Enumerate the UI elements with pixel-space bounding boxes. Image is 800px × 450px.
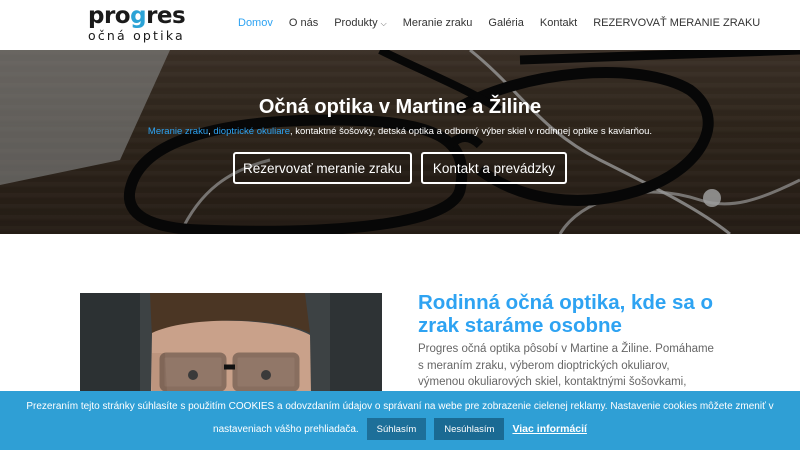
nav-item-galeria[interactable]: Galéria (488, 17, 523, 29)
cookie-text: Prezeraním tejto stránky súhlasíte s pou… (26, 401, 774, 412)
hero-overlay (0, 50, 800, 234)
nav-item-rezervovat[interactable]: REZERVOVAŤ MERANIE ZRAKU (593, 17, 760, 29)
cookie-text-line2: nastaveniach vášho prehliadača. (213, 423, 359, 435)
nav-item-produkty[interactable]: Produkty ⌵ (334, 17, 387, 29)
chevron-down-icon: ⌵ (380, 19, 387, 28)
cookie-decline-button[interactable]: Nesúhlasím (434, 418, 505, 440)
logo-tagline: očná optika (88, 28, 185, 43)
logo-wordmark: progres (88, 3, 186, 29)
link-dioptricke-okuliare[interactable]: dioptrické okuliare (213, 126, 290, 137)
nav-item-kontakt[interactable]: Kontakt (540, 17, 577, 29)
cookie-banner: Prezeraním tejto stránky súhlasíte s pou… (0, 391, 800, 450)
nav-item-o-nas[interactable]: O nás (289, 17, 318, 29)
contact-button[interactable]: Kontakt a prevádzky (421, 152, 567, 184)
cookie-accept-button[interactable]: Súhlasím (366, 418, 427, 440)
book-eye-exam-button[interactable]: Rezervovať meranie zraku (233, 152, 412, 184)
hero-title: Očná optika v Martine a Žiline (258, 96, 542, 118)
site-header: progres očná optika Domov O nás Produkty… (0, 0, 800, 50)
nav-item-produkty-label: Produkty (334, 17, 378, 29)
nav-item-domov[interactable]: Domov (238, 17, 273, 29)
hero-subtitle-text: , kontaktné šošovky, detská optika a odb… (289, 126, 653, 137)
cookie-more-info-link[interactable]: Viac informácií (512, 423, 587, 435)
hero-subtitle: Meranie zraku, dioptrické okuliare, kont… (0, 126, 800, 137)
nav-item-meranie-zraku[interactable]: Meranie zraku (403, 17, 473, 29)
link-meranie-zraku[interactable]: Meranie zraku (148, 126, 208, 137)
section-heading: Rodinná očná optika, kde sa o zrak stará… (418, 291, 714, 337)
main-nav: Domov O nás Produkty ⌵ Meranie zraku Galé… (238, 17, 760, 29)
logo[interactable]: progres očná optika (88, 3, 186, 43)
cookie-actions: nastaveniach vášho prehliadača. Súhlasím… (0, 418, 800, 440)
hero-section: Očná optika v Martine a Žiline Meranie z… (0, 50, 800, 234)
